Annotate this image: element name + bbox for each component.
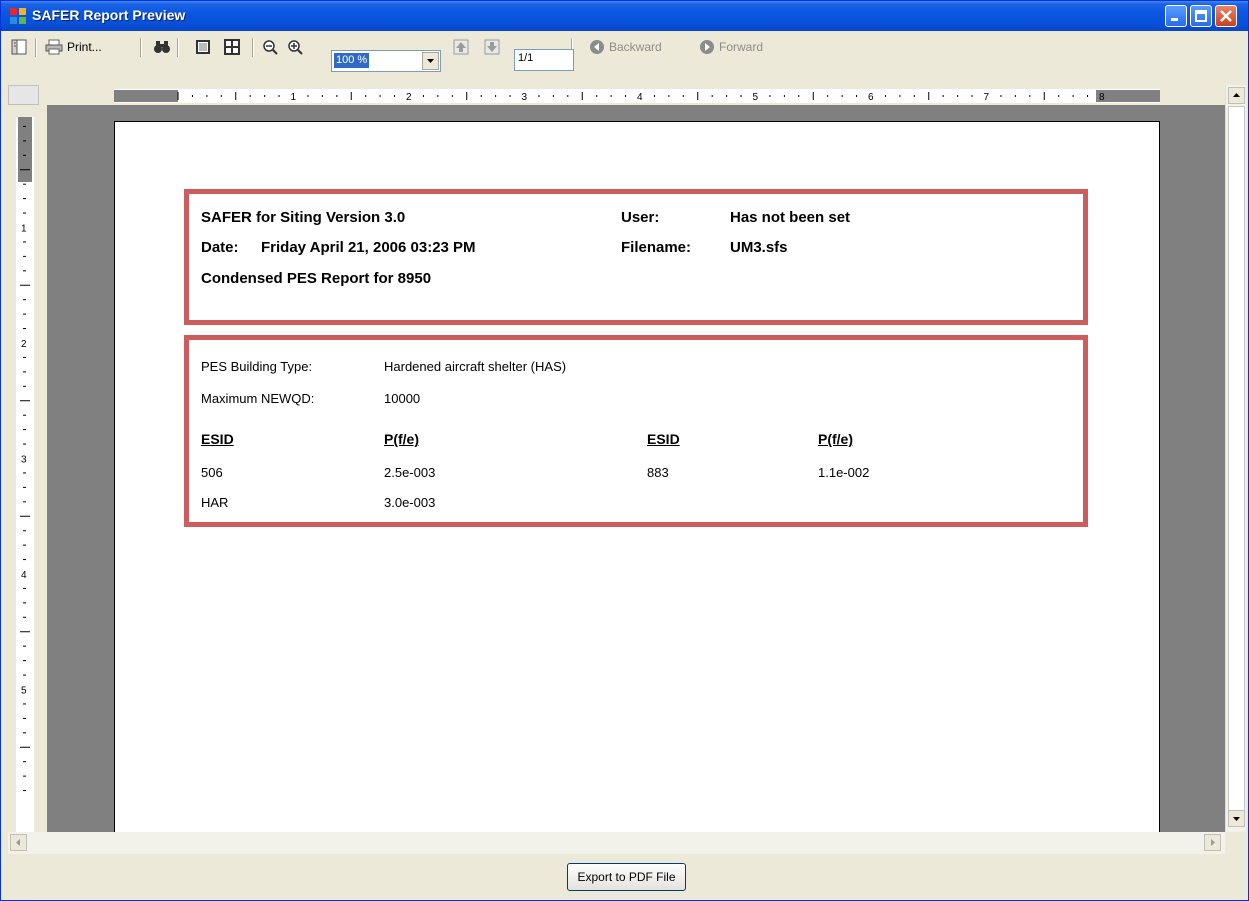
chevron-down-icon bbox=[427, 59, 434, 63]
scroll-right-button[interactable] bbox=[1204, 834, 1221, 851]
scroll-down-button[interactable] bbox=[1228, 810, 1245, 827]
title-bar[interactable]: SAFER Report Preview bbox=[1, 1, 1248, 31]
ruler-label: 4 bbox=[637, 92, 643, 103]
user-value: Has not been set bbox=[730, 209, 851, 226]
zoom-in-button[interactable] bbox=[287, 37, 304, 57]
page-pane-icon bbox=[11, 39, 27, 55]
back-arrow-icon bbox=[590, 40, 604, 54]
app-icon bbox=[10, 8, 26, 24]
multi-page-button[interactable] bbox=[224, 37, 240, 57]
filename-label: Filename: bbox=[621, 239, 692, 256]
report-header-panel: SAFER for Siting Version 3.0 Date: Frida… bbox=[184, 189, 1088, 325]
window-title: SAFER Report Preview bbox=[32, 7, 186, 23]
ruler-label: 2 bbox=[21, 339, 27, 350]
single-page-icon bbox=[196, 40, 210, 54]
ruler-label: 4 bbox=[21, 570, 27, 581]
report-preview-window: SAFER Report Preview Print... Backward F… bbox=[0, 0, 1249, 901]
forward-arrow-icon bbox=[700, 40, 714, 54]
binoculars-icon bbox=[154, 41, 170, 53]
ruler-label: 7 bbox=[984, 92, 990, 103]
column-header: ESID bbox=[647, 431, 680, 447]
column-header: ESID bbox=[201, 431, 234, 447]
maximize-icon bbox=[1195, 10, 1207, 22]
report-page: SAFER for Siting Version 3.0 Date: Frida… bbox=[114, 121, 1160, 832]
table-cell: 506 bbox=[201, 465, 223, 480]
chevron-up-icon bbox=[1233, 93, 1240, 97]
ruler-label: 5 bbox=[21, 686, 27, 697]
toggle-pane-button[interactable] bbox=[11, 37, 27, 57]
horizontal-ruler: 1 2 3 4 5 6 7 8 bbox=[114, 89, 1160, 103]
zoom-out-button[interactable] bbox=[262, 37, 279, 57]
toolbar-separator bbox=[252, 38, 254, 57]
printer-icon bbox=[45, 39, 63, 55]
max-newqd-label: Maximum NEWQD: bbox=[201, 391, 315, 406]
ruler-corner bbox=[8, 85, 39, 105]
zoom-combobox[interactable]: 100 % bbox=[331, 50, 441, 72]
table-cell: 883 bbox=[647, 465, 669, 480]
building-type-label: PES Building Type: bbox=[201, 359, 313, 374]
ruler-label: 1 bbox=[291, 92, 297, 103]
toolbar-separator bbox=[140, 38, 142, 57]
forward-button[interactable]: Forward bbox=[699, 37, 763, 57]
scroll-up-button[interactable] bbox=[1228, 87, 1245, 104]
date-value: Friday April 21, 2006 03:23 PM bbox=[261, 239, 476, 256]
table-cell: 1.1e-002 bbox=[818, 465, 870, 480]
app-version-text: SAFER for Siting Version 3.0 bbox=[201, 209, 406, 226]
preview-viewport[interactable]: SAFER for Siting Version 3.0 Date: Frida… bbox=[47, 105, 1225, 832]
toolbar: Print... Backward Forward bbox=[1, 31, 1248, 63]
backward-label: Backward bbox=[609, 40, 662, 54]
multi-page-icon bbox=[224, 39, 240, 55]
close-icon bbox=[1220, 10, 1232, 22]
forward-label: Forward bbox=[719, 40, 764, 54]
scroll-left-button[interactable] bbox=[10, 834, 27, 851]
ruler-label: 1 bbox=[21, 224, 27, 235]
ruler-label: 3 bbox=[21, 455, 27, 466]
toolbar-separator bbox=[35, 38, 37, 57]
minimize-button[interactable] bbox=[1165, 5, 1187, 27]
max-newqd-value: 10000 bbox=[384, 391, 421, 406]
table-cell: 2.5e-003 bbox=[384, 465, 436, 480]
first-page-button[interactable] bbox=[453, 37, 469, 57]
vertical-scrollbar[interactable] bbox=[1225, 85, 1246, 832]
ruler-label: 3 bbox=[522, 92, 528, 103]
zoom-value: 100 % bbox=[334, 53, 370, 68]
export-pdf-button[interactable]: Export to PDF File bbox=[567, 863, 686, 891]
toolbar-separator bbox=[177, 38, 179, 57]
arrow-down-icon bbox=[484, 39, 500, 55]
user-label: User: bbox=[621, 209, 660, 226]
table-cell: HAR bbox=[201, 495, 229, 510]
page-number-input[interactable]: 1/1 bbox=[514, 49, 574, 71]
ruler-label: 6 bbox=[868, 92, 874, 103]
report-title: Condensed PES Report for 8950 bbox=[201, 270, 432, 287]
table-cell: 3.0e-003 bbox=[384, 495, 436, 510]
arrow-up-icon bbox=[453, 39, 469, 55]
next-page-button[interactable] bbox=[484, 37, 500, 57]
vertical-scroll-thumb[interactable] bbox=[1228, 106, 1245, 816]
find-button[interactable] bbox=[153, 37, 171, 57]
filename-value: UM3.sfs bbox=[730, 239, 788, 256]
print-label: Print... bbox=[67, 40, 102, 54]
ruler-label: 8 bbox=[1099, 92, 1105, 103]
print-button[interactable]: Print... bbox=[45, 37, 102, 57]
zoom-in-icon bbox=[288, 39, 303, 55]
column-header: P(f/e) bbox=[384, 431, 419, 447]
date-label: Date: bbox=[201, 239, 239, 256]
building-type-value: Hardened aircraft shelter (HAS) bbox=[384, 359, 567, 374]
chevron-right-icon bbox=[1211, 839, 1215, 846]
single-page-button[interactable] bbox=[195, 37, 211, 57]
minimize-icon bbox=[1171, 18, 1178, 21]
chevron-down-icon bbox=[1233, 817, 1240, 821]
maximize-button[interactable] bbox=[1190, 5, 1212, 27]
vertical-ruler: 1 2 3 4 5 bbox=[16, 117, 34, 832]
chevron-left-icon bbox=[16, 839, 20, 846]
zoom-out-icon bbox=[263, 39, 278, 55]
report-details-panel: PES Building Type: Hardened aircraft she… bbox=[184, 335, 1088, 527]
zoom-dropdown-button[interactable] bbox=[422, 52, 439, 70]
close-button[interactable] bbox=[1215, 5, 1237, 27]
backward-button[interactable]: Backward bbox=[589, 37, 662, 57]
column-header: P(f/e) bbox=[818, 431, 853, 447]
ruler-label: 5 bbox=[753, 92, 759, 103]
ruler-label: 2 bbox=[406, 92, 412, 103]
horizontal-scrollbar[interactable] bbox=[8, 832, 1225, 854]
